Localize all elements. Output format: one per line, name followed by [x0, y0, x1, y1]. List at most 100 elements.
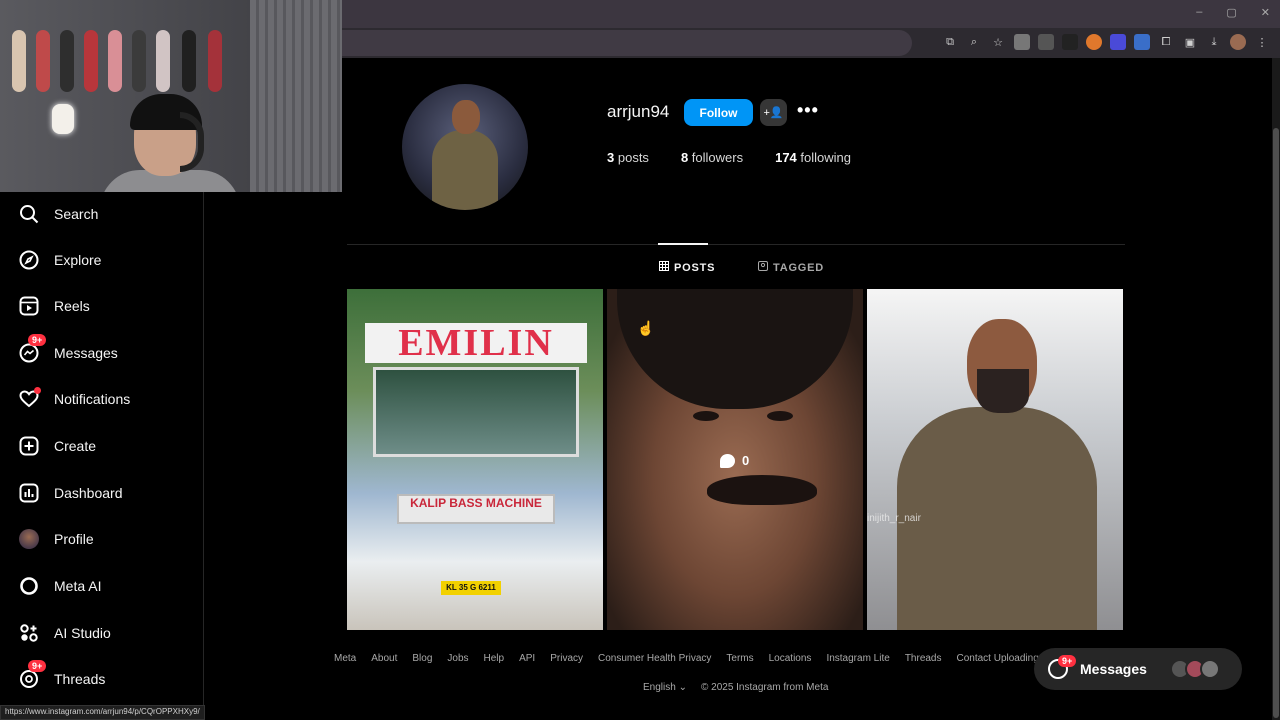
media-icon[interactable]: ▣: [1182, 34, 1198, 50]
sidebar-item-ai-studio[interactable]: AI Studio: [18, 619, 111, 647]
photo-eye: [767, 411, 793, 421]
sidebar-item-label: Create: [54, 438, 97, 454]
footer-link[interactable]: Terms: [726, 653, 753, 664]
sidebar-item-notifications[interactable]: Notifications: [18, 385, 130, 413]
star-icon[interactable]: ☆: [990, 34, 1006, 50]
photo-mustache: [707, 475, 817, 505]
minimize-button[interactable]: –: [1196, 6, 1202, 19]
footer-link[interactable]: Instagram Lite: [826, 653, 889, 664]
posts-stat: 3 posts: [607, 150, 649, 165]
footer-link[interactable]: Consumer Health Privacy: [598, 653, 711, 664]
following-stat[interactable]: 174 following: [775, 150, 851, 165]
skateboard-decor: [84, 30, 98, 92]
more-options-button[interactable]: •••: [797, 100, 819, 121]
bar-chart-icon: [18, 482, 40, 504]
bus-sign-text: EMILIN: [365, 323, 587, 363]
address-bar[interactable]: [342, 30, 912, 56]
page-scrollbar[interactable]: [1272, 58, 1280, 720]
language-select[interactable]: English ⌄: [643, 682, 687, 693]
skateboard-decor: [60, 30, 74, 92]
sidebar-item-label: Meta AI: [54, 578, 102, 594]
followers-count: 8: [680, 150, 689, 165]
plus-square-icon: [18, 435, 40, 457]
comment-icon: [720, 453, 735, 468]
footer-link[interactable]: API: [519, 653, 535, 664]
bus-number-plate: KL 35 G 6211: [441, 581, 501, 595]
post-thumbnail[interactable]: 0: [607, 289, 863, 630]
tabs-divider: [347, 244, 1125, 245]
tag-icon: [758, 261, 768, 274]
messages-badge: 9+: [28, 334, 47, 346]
cast-icon[interactable]: ⧉: [942, 34, 958, 50]
tab-posts[interactable]: POSTS: [659, 261, 715, 274]
footer-link[interactable]: Help: [484, 653, 505, 664]
message-avatars: [1169, 659, 1220, 679]
tab-tagged-label: TAGGED: [773, 261, 825, 274]
sidebar-item-threads[interactable]: 9+ Threads: [18, 660, 105, 693]
following-label: following: [800, 150, 852, 165]
post-thumbnail[interactable]: inijith_r_nair: [867, 289, 1123, 630]
sidebar-item-reels[interactable]: Reels: [18, 292, 90, 320]
bus-grille-text: KALIP BASS MACHINE: [397, 494, 555, 524]
followers-stat[interactable]: 8 followers: [681, 150, 743, 165]
sidebar-item-dashboard[interactable]: Dashboard: [18, 479, 123, 507]
skateboard-decor: [182, 30, 196, 92]
skateboard-decor: [156, 30, 170, 92]
window-controls: – ▢ ✕: [1196, 6, 1270, 19]
grid-icon: [659, 261, 669, 274]
post-thumbnail[interactable]: EMILIN KALIP BASS MACHINE KL 35 G 6211: [347, 289, 603, 630]
search-icon: [18, 203, 40, 225]
posts-count: 3: [607, 150, 615, 165]
download-icon[interactable]: ⤓: [1206, 34, 1222, 50]
footer-link[interactable]: Meta: [334, 653, 356, 664]
profile-username: arrjun94: [607, 102, 670, 121]
ext-6-icon[interactable]: [1134, 34, 1150, 50]
copyright: © 2025 Instagram from Meta: [700, 682, 829, 693]
footer-link[interactable]: Locations: [769, 653, 812, 664]
footer-link[interactable]: About: [371, 653, 397, 664]
suggest-accounts-button[interactable]: +👤: [760, 99, 787, 126]
ext-2-icon[interactable]: [1038, 34, 1054, 50]
follow-button[interactable]: Follow: [684, 99, 753, 126]
compass-icon: [18, 249, 40, 271]
sidebar-item-explore[interactable]: Explore: [18, 246, 101, 274]
puzzle-icon[interactable]: ⧠: [1158, 34, 1174, 50]
sidebar-item-messages[interactable]: 9+ Messages: [18, 334, 118, 367]
browser-tabstrip: – ▢ ✕: [342, 0, 1280, 28]
sidebar-item-profile[interactable]: Profile: [18, 525, 94, 553]
maximize-button[interactable]: ▢: [1226, 6, 1236, 19]
scrollbar-thumb[interactable]: [1273, 128, 1279, 718]
menu-icon[interactable]: ⋮: [1254, 34, 1270, 50]
footer-bottom: English ⌄ © 2025 Instagram from Meta: [643, 682, 828, 693]
footer-links: Meta About Blog Jobs Help API Privacy Co…: [334, 653, 1064, 664]
language-label: English: [643, 682, 676, 693]
tab-tagged[interactable]: TAGGED: [758, 261, 824, 274]
ext-3-icon[interactable]: [1062, 34, 1078, 50]
photo-hair: [617, 289, 853, 409]
ext-4-icon[interactable]: [1086, 34, 1102, 50]
ext-1-icon[interactable]: [1014, 34, 1030, 50]
sidebar-item-create[interactable]: Create: [18, 432, 96, 460]
close-window-button[interactable]: ✕: [1261, 6, 1270, 19]
ext-5-icon[interactable]: [1110, 34, 1126, 50]
heart-icon: [18, 387, 41, 410]
sidebar-item-search[interactable]: Search: [18, 200, 98, 228]
profile-avatar[interactable]: [402, 84, 528, 210]
window-blinds: [250, 0, 342, 192]
avatar: [1199, 659, 1220, 679]
footer-link[interactable]: Blog: [412, 653, 432, 664]
followers-label: followers: [691, 150, 744, 165]
footer-link[interactable]: Jobs: [447, 653, 468, 664]
sidebar-item-label: Reels: [54, 298, 90, 314]
lucky-cat-figure: [52, 104, 74, 134]
skateboard-decor: [108, 30, 122, 92]
reels-icon: [18, 295, 40, 317]
footer-link[interactable]: Threads: [905, 653, 942, 664]
browser-toolbar: ⧉ ⌕ ☆ ⧠ ▣ ⤓ ⋮: [342, 28, 1280, 58]
sidebar-item-meta-ai[interactable]: Meta AI: [18, 572, 101, 600]
zoom-icon[interactable]: ⌕: [966, 34, 982, 50]
footer-link[interactable]: Privacy: [550, 653, 583, 664]
avatar-icon: [18, 528, 40, 550]
messages-pill-badge: 9+: [1058, 655, 1077, 667]
profile-icon[interactable]: [1230, 34, 1246, 50]
